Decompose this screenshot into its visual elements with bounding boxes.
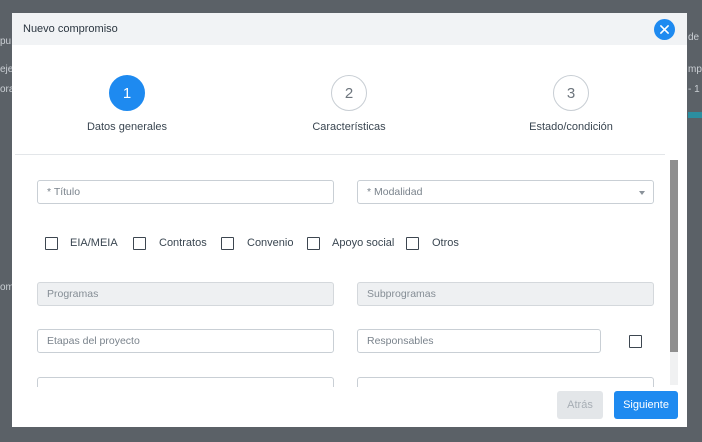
responsables-input[interactable]: Responsables [357, 329, 601, 353]
step-label: Características [312, 121, 386, 133]
modalidad-select[interactable]: * Modalidad [357, 180, 654, 204]
divider [15, 154, 665, 155]
step-estado-condicion[interactable]: 3 Estado/condición [491, 75, 651, 133]
subprogramas-placeholder: Subprogramas [367, 288, 436, 300]
programas-select[interactable]: Programas [37, 282, 334, 306]
modalidad-placeholder: * Modalidad [367, 186, 423, 198]
checkbox-contratos[interactable] [133, 237, 146, 250]
step-number: 1 [109, 75, 145, 111]
subprogramas-select[interactable]: Subprogramas [357, 282, 654, 306]
close-icon [660, 25, 669, 34]
next-button[interactable]: Siguiente [614, 391, 678, 419]
next-field-partial[interactable] [37, 377, 334, 387]
back-button[interactable]: Atrás [557, 391, 603, 419]
programas-placeholder: Programas [47, 288, 99, 300]
checkbox-label: EIA/MEIA [70, 237, 118, 249]
scrollbar-thumb[interactable] [670, 160, 678, 352]
step-datos-generales[interactable]: 1 Datos generales [47, 75, 207, 133]
checkbox-label: Convenio [247, 237, 294, 249]
checkbox-otros[interactable] [406, 237, 419, 250]
background-text: mpr [688, 64, 702, 75]
background-text: - 1 [688, 84, 700, 95]
checkbox-label: Apoyo social [332, 237, 395, 249]
responsables-placeholder: Responsables [367, 335, 434, 347]
checkbox-apoyo-social[interactable] [307, 237, 320, 250]
chevron-down-icon [639, 191, 645, 195]
step-caracteristicas[interactable]: 2 Características [269, 75, 429, 133]
background-accent-bar [688, 112, 702, 118]
checkbox-label: Otros [432, 237, 459, 249]
checkbox-eia-meia[interactable] [45, 237, 58, 250]
background-text: de [688, 32, 700, 43]
step-number: 2 [331, 75, 367, 111]
checkbox-label: Contratos [159, 237, 207, 249]
titulo-input[interactable]: * Título [37, 180, 334, 204]
next-field-partial[interactable] [357, 377, 654, 387]
titulo-placeholder: * Título [47, 186, 81, 198]
modal-header: Nuevo compromiso [12, 13, 687, 45]
etapas-placeholder: Etapas del proyecto [47, 335, 140, 347]
background-text: pu [0, 36, 12, 47]
step-label: Datos generales [86, 121, 168, 133]
close-button[interactable] [654, 19, 675, 40]
step-label: Estado/condición [529, 121, 613, 133]
responsables-checkbox[interactable] [629, 335, 642, 348]
checkbox-convenio[interactable] [221, 237, 234, 250]
etapas-input[interactable]: Etapas del proyecto [37, 329, 334, 353]
new-commitment-modal: Nuevo compromiso 1 Datos generales 2 Car… [12, 13, 687, 427]
modal-title: Nuevo compromiso [23, 23, 118, 35]
step-number: 3 [553, 75, 589, 111]
